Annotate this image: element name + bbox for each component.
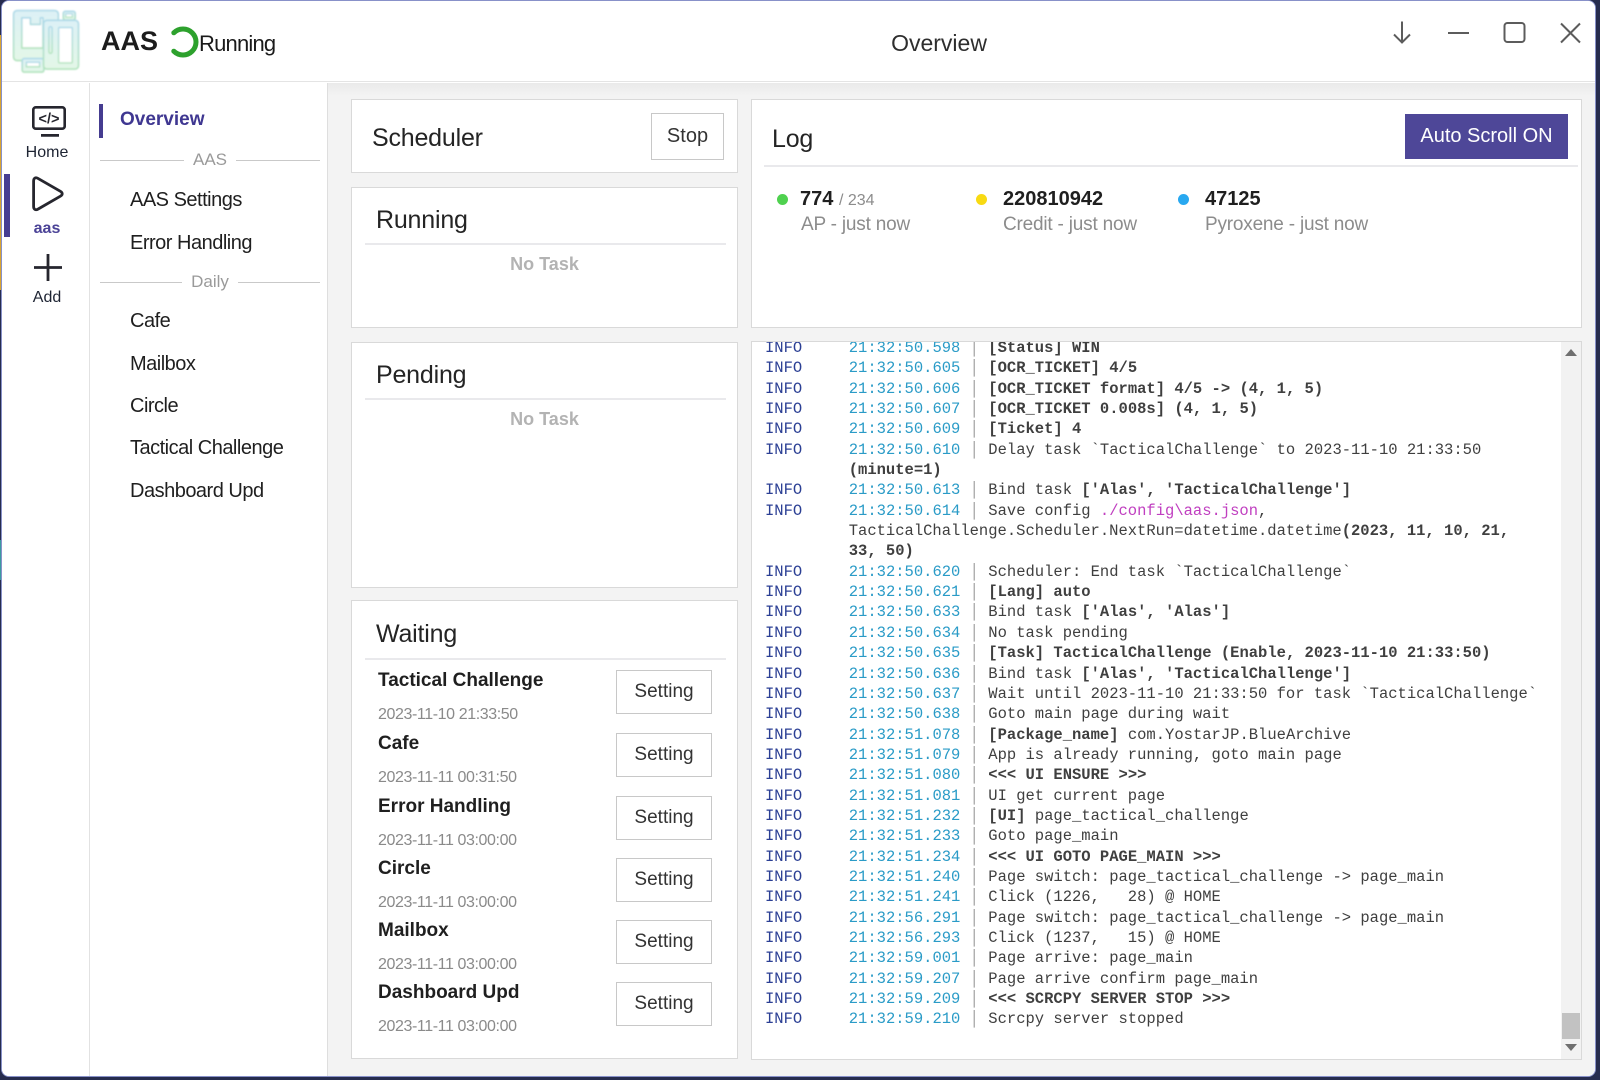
svg-text:</>: </> xyxy=(39,112,60,128)
